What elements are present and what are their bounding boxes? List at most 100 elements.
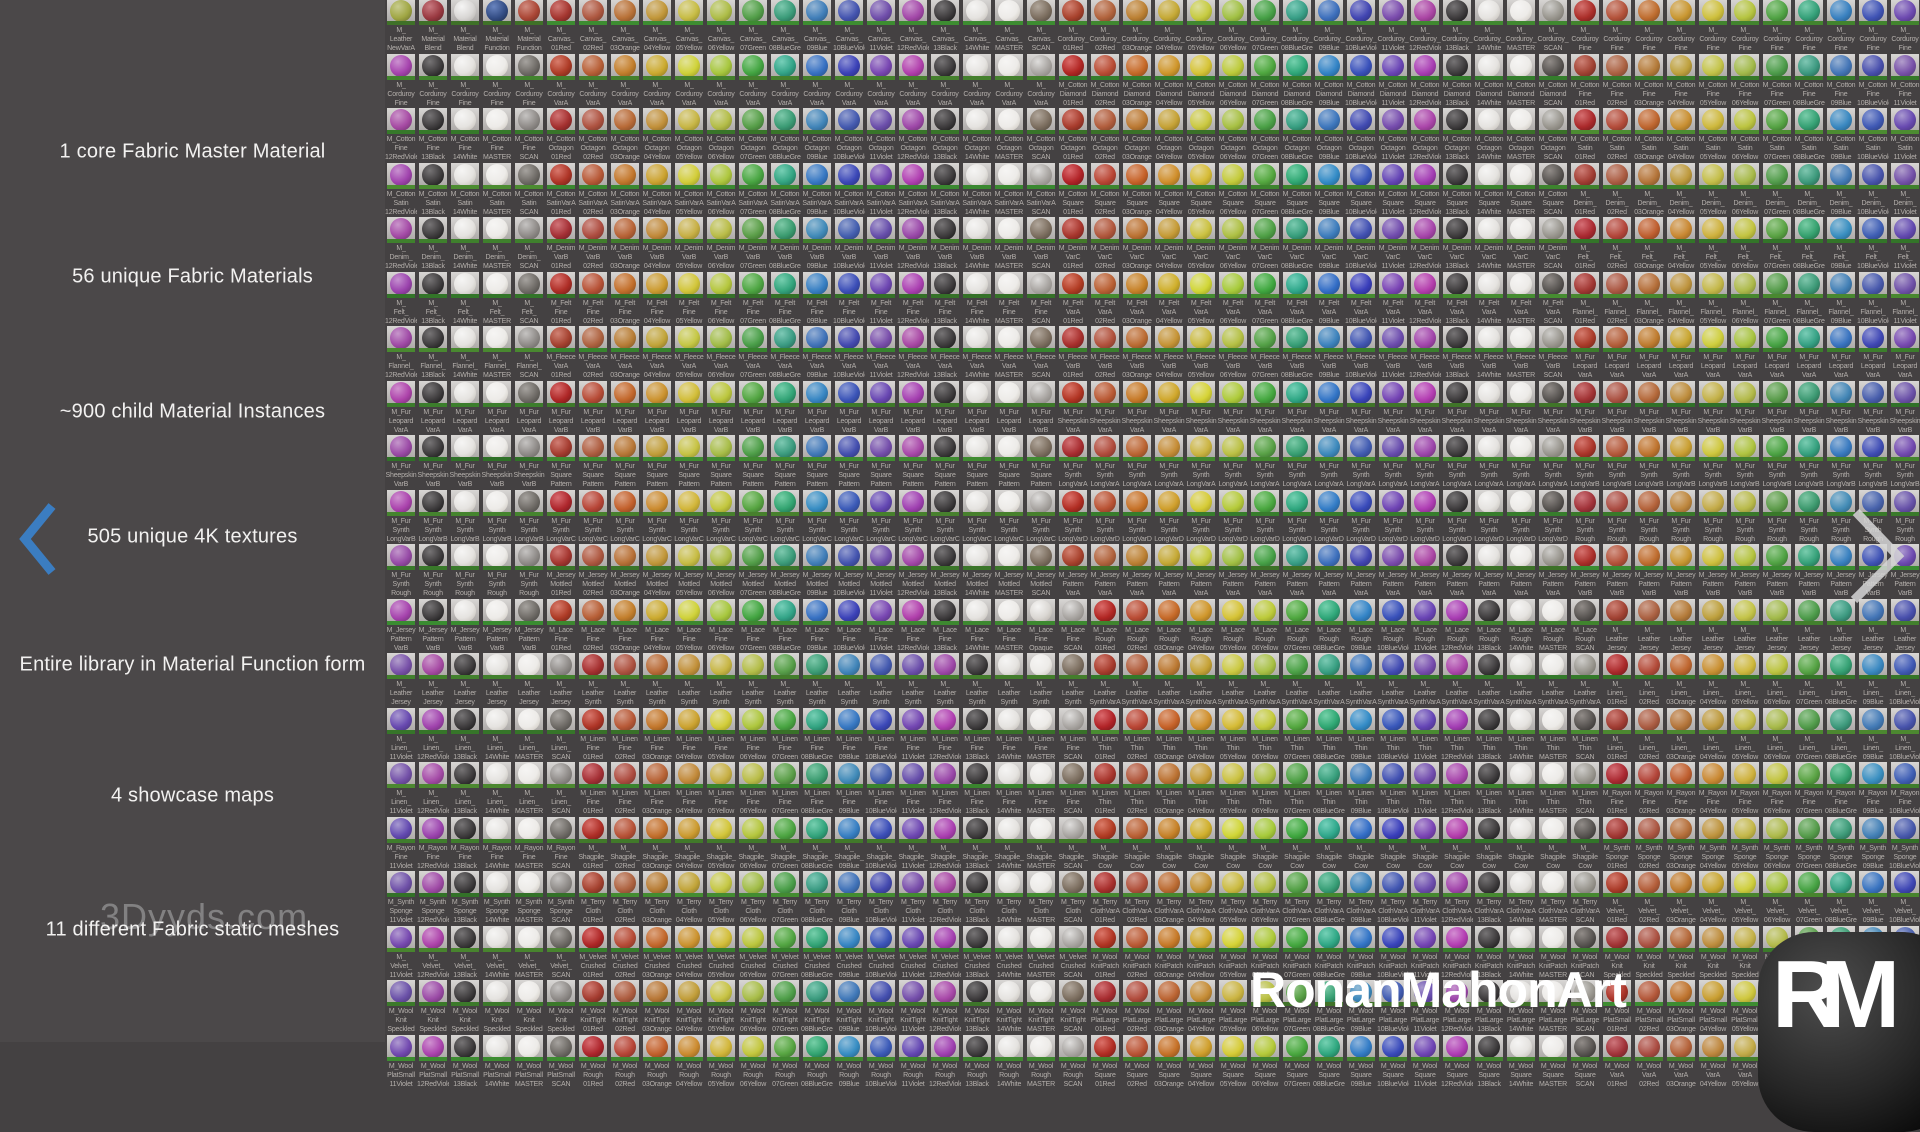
material-label: M_ Leather SynthVarA 07Green: [1281, 680, 1313, 708]
material-label: M_ Leather SynthVarA 05Yellow: [1217, 680, 1249, 708]
material-label: M_Jersey Pattern VarB 08BlueGreen: [1793, 571, 1825, 599]
material-cell: M_ Velvet_ 11Violet: [385, 926, 417, 981]
material-thumbnail: [931, 435, 959, 461]
ground-strip: [1315, 948, 1343, 952]
material-cell: M_Cotton Square 10BlueViolet: [1345, 163, 1377, 218]
material-sphere: [1126, 436, 1148, 458]
material-label: M_ Linen_ 07Green: [1793, 735, 1825, 763]
material-label: M_Fleece VarA 09Blue: [801, 353, 833, 381]
ground-strip: [1763, 239, 1791, 243]
material-label: M_Fur Synth LongVarC 04Yellow: [641, 517, 673, 545]
material-label: M_ Shagpile_ 10BlueViolet: [865, 844, 897, 872]
material-cell: M_Fur Synth LongVarB 11Violet: [1889, 435, 1920, 490]
material-label: M_Wool Square 14White: [1505, 1062, 1537, 1090]
material-label: M_Rayon Fine 07Green: [1793, 789, 1825, 817]
material-cell: M_Terry ClothVarA 07Green: [1281, 871, 1313, 926]
material-sphere: [902, 927, 924, 949]
ground-strip: [1443, 21, 1471, 25]
material-thumbnail: [707, 272, 735, 298]
material-cell: M_ Canvas_ MASTER: [993, 0, 1025, 54]
material-sphere: [998, 654, 1020, 676]
material-cell: M_Wool VarA 02Red: [1633, 1035, 1665, 1090]
material-sphere: [1286, 436, 1308, 458]
ground-strip: [643, 512, 671, 516]
ground-strip: [931, 348, 959, 352]
material-thumbnail: [803, 599, 831, 625]
material-sphere: [1766, 327, 1788, 349]
material-sphere: [934, 600, 956, 622]
material-thumbnail: [771, 326, 799, 352]
ground-strip: [1155, 784, 1183, 788]
material-cell: M_Wool KnitTight 02Red: [609, 980, 641, 1035]
ground-strip: [1635, 185, 1663, 189]
ground-strip: [1283, 76, 1311, 80]
material-cell: M_Fur Synth LongVarB 12RedViolet: [385, 490, 417, 545]
material-cell: M_Jersey Pattern VarA 14White: [1473, 544, 1505, 599]
material-sphere: [486, 872, 508, 894]
ground-strip: [707, 76, 735, 80]
material-sphere: [1574, 109, 1596, 131]
material-sphere: [966, 273, 988, 295]
material-sphere: [934, 164, 956, 186]
ground-strip: [1443, 76, 1471, 80]
ground-strip: [1635, 21, 1663, 25]
material-thumbnail: [1859, 490, 1887, 516]
material-thumbnail: [643, 217, 671, 243]
material-cell: M_Fleece VarA 03Orange: [609, 326, 641, 381]
material-cell: M_Denim VarC 01Red: [1057, 217, 1089, 272]
material-thumbnail: [963, 544, 991, 570]
material-cell: M_Cotton SatinVarA 02Red: [577, 163, 609, 218]
ground-strip: [1027, 675, 1055, 679]
material-sphere: [710, 327, 732, 349]
material-sphere: [454, 763, 476, 785]
material-label: M_ Leather Jersey 06Yellow: [1761, 626, 1793, 654]
material-cell: M_Fur Sheepskin VarB 06Yellow: [1729, 381, 1761, 436]
ground-strip: [643, 348, 671, 352]
material-sphere: [1350, 600, 1372, 622]
material-sphere: [1446, 654, 1468, 676]
material-sphere: [742, 545, 764, 567]
material-label: M_Jersey Pattern VarB 07Green: [1761, 571, 1793, 599]
material-thumbnail: [1699, 0, 1727, 25]
ground-strip: [1859, 76, 1887, 80]
material-label: M_Cotton Diamond 14White: [1473, 81, 1505, 109]
material-label: M_Fur Sheepskin VarA 09Blue: [1313, 408, 1345, 436]
material-label: M_Linen Fine 04Yellow: [673, 789, 705, 817]
ground-strip: [1123, 1057, 1151, 1061]
material-label: M_Linen Fine 05Yellow: [705, 735, 737, 763]
material-cell: M_Cotton Square 13Black: [1441, 163, 1473, 218]
material-cell: M_ Linen_ 02Red: [1633, 653, 1665, 708]
ground-strip: [995, 566, 1023, 570]
material-sphere: [518, 436, 540, 458]
material-label: M_Fur Sheepskin VarA 14White: [1473, 408, 1505, 436]
material-thumbnail: [1667, 708, 1695, 734]
material-thumbnail: [707, 490, 735, 516]
material-label: M_Wool KnitTight 12RedViolet: [929, 1007, 961, 1035]
ground-strip: [1571, 621, 1599, 625]
material-thumbnail: [1059, 381, 1087, 407]
material-label: M_ Linen_ SCAN: [545, 789, 577, 817]
ground-strip: [835, 294, 863, 298]
ground-strip: [803, 457, 831, 461]
material-label: M_Linen Thin 01Red: [1089, 735, 1121, 763]
material-cell: M_Fur Square Pattern 03Orange: [609, 435, 641, 490]
material-cell: M_Rayon Fine 09Blue: [1857, 762, 1889, 817]
material-label: M_ Corduroy VarA 08BlueGreen: [769, 81, 801, 109]
ground-strip: [419, 185, 447, 189]
ground-strip: [483, 457, 511, 461]
material-thumbnail: [547, 54, 575, 80]
material-cell: M_Wool KnitTight 08BlueGreen: [801, 980, 833, 1035]
material-thumbnail: [835, 871, 863, 897]
ground-strip: [387, 893, 415, 897]
material-label: M_Fur Synth LongVarA 08BlueGreen: [1281, 462, 1313, 490]
ground-strip: [1699, 1057, 1727, 1061]
material-sphere: [1158, 109, 1180, 131]
material-cell: M_Denim VarC 02Red: [1089, 217, 1121, 272]
material-sphere: [1350, 654, 1372, 676]
ground-strip: [1123, 621, 1151, 625]
ground-strip: [739, 948, 767, 952]
material-sphere: [1414, 872, 1436, 894]
ground-strip: [675, 294, 703, 298]
material-label: M_Fur Synth Rough 01Red: [1569, 517, 1601, 545]
material-thumbnail: [1315, 490, 1343, 516]
